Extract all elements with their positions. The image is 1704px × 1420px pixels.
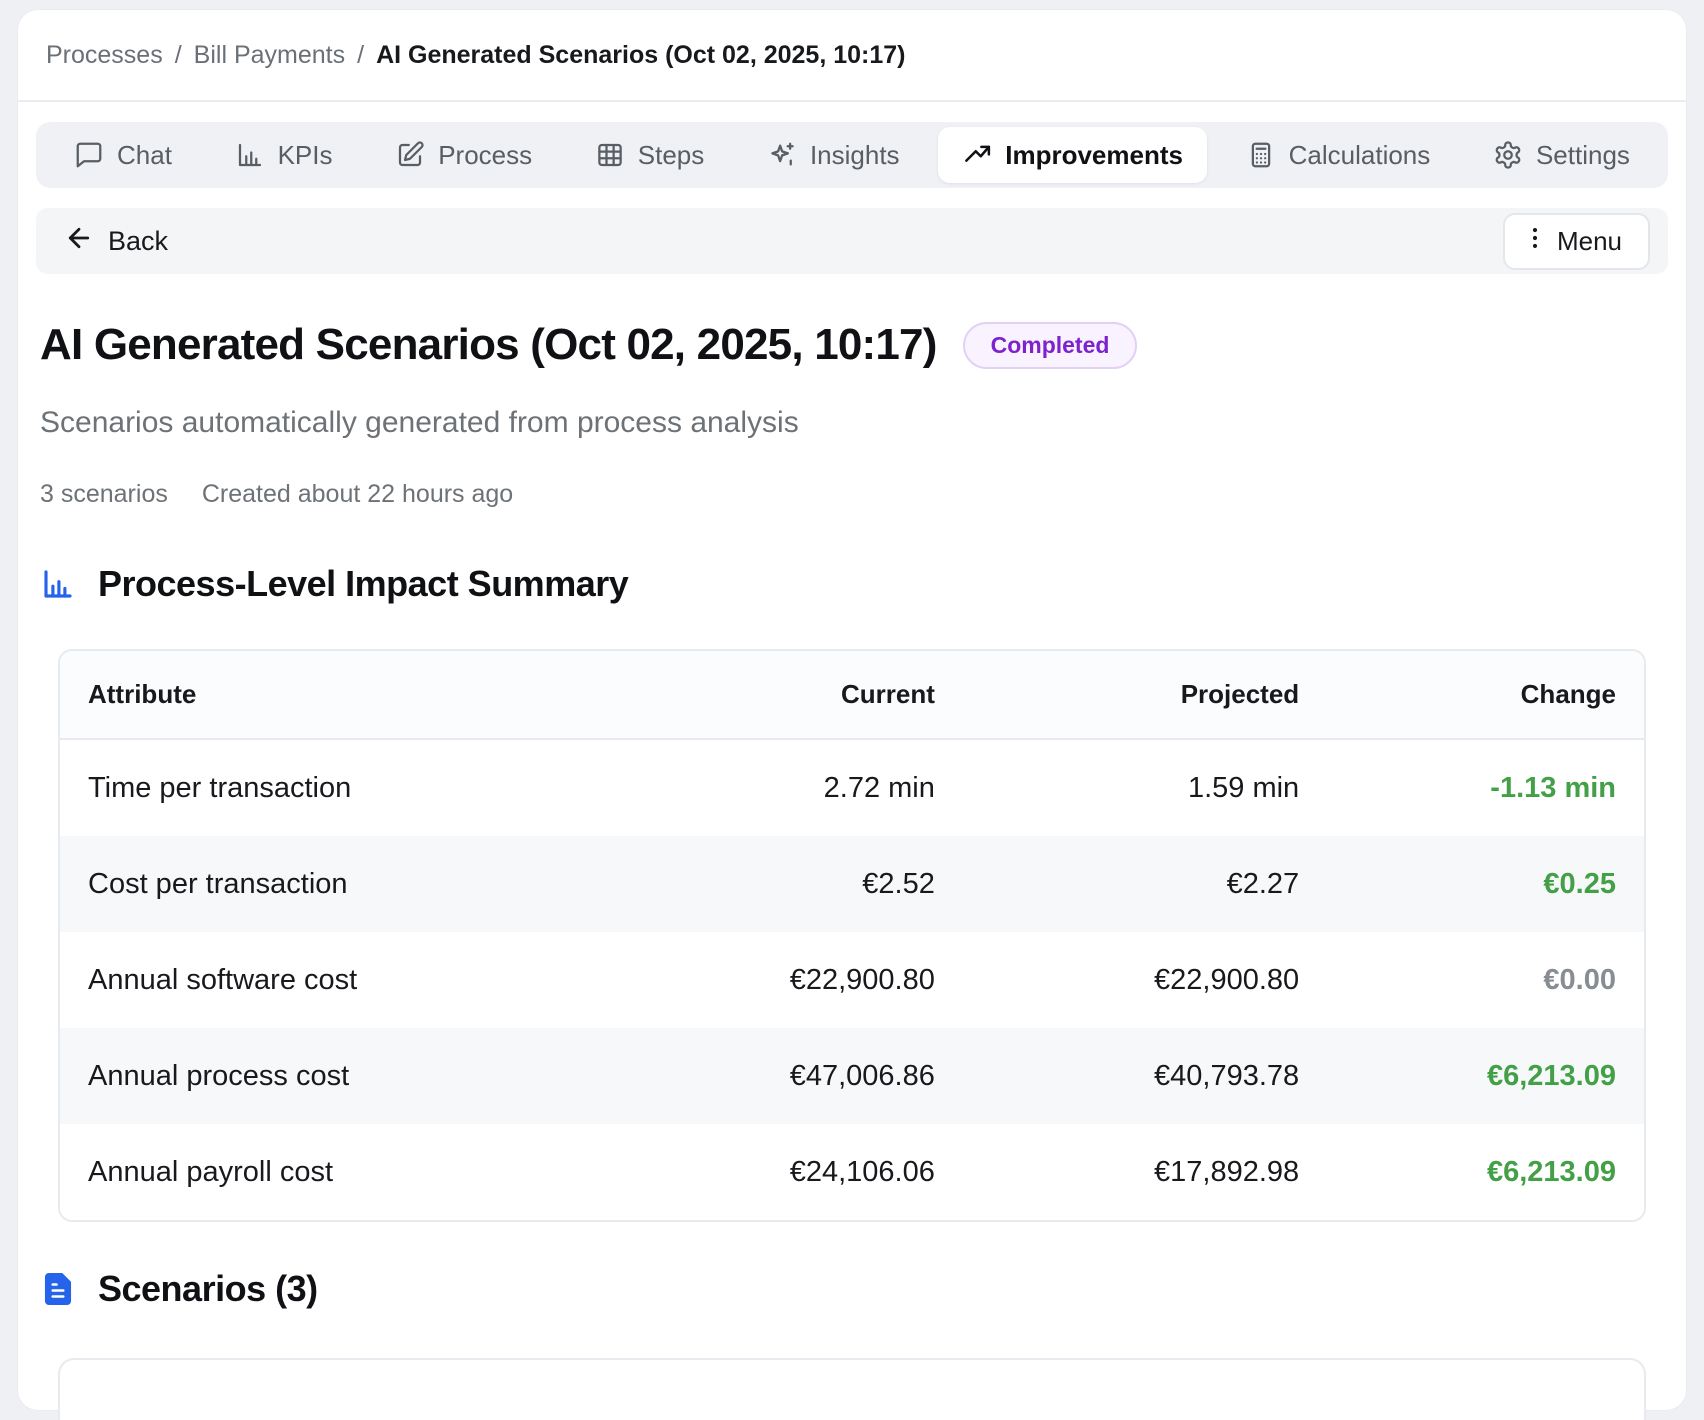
bar-chart-icon <box>235 140 265 170</box>
main-card: Processes / Bill Payments / AI Generated… <box>18 10 1686 1410</box>
change-cell: €0.00 <box>1327 932 1644 1028</box>
menu-label: Menu <box>1557 226 1622 257</box>
bar-chart-icon <box>40 566 76 602</box>
table-row: Annual software cost €22,900.80 €22,900.… <box>60 932 1644 1028</box>
table-row: Time per transaction 2.72 min 1.59 min -… <box>60 739 1644 836</box>
tab-label: KPIs <box>278 140 333 171</box>
breadcrumb-link-processes[interactable]: Processes <box>46 41 163 70</box>
scenarios-section: Scenarios (3) <box>40 1268 1664 1310</box>
projected-cell: 1.59 min <box>963 739 1327 836</box>
table-row: Cost per transaction €2.52 €2.27 €0.25 <box>60 836 1644 932</box>
chat-bubble-icon <box>74 140 104 170</box>
tab-label: Improvements <box>1005 140 1183 171</box>
tab-label: Settings <box>1536 140 1630 171</box>
attribute-cell: Annual process cost <box>60 1028 646 1124</box>
tab-chat[interactable]: Chat <box>50 127 196 183</box>
breadcrumb-link-bill-payments[interactable]: Bill Payments <box>194 41 345 70</box>
calculator-icon <box>1246 140 1276 170</box>
table-header-row: Attribute Current Projected Change <box>60 651 1644 739</box>
impact-summary-section: Process-Level Impact Summary <box>40 563 1664 605</box>
attribute-cell: Cost per transaction <box>60 836 646 932</box>
tab-settings[interactable]: Settings <box>1469 127 1654 183</box>
scenarios-heading: Scenarios (3) <box>98 1268 318 1310</box>
breadcrumb: Processes / Bill Payments / AI Generated… <box>18 10 1686 102</box>
current-cell: €2.52 <box>646 836 963 932</box>
page-title: AI Generated Scenarios (Oct 02, 2025, 10… <box>40 320 937 370</box>
projected-cell: €22,900.80 <box>963 932 1327 1028</box>
created-time: Created about 22 hours ago <box>202 480 513 509</box>
tab-bar: Chat KPIs Process Steps Insights Improve… <box>36 122 1668 188</box>
table-grid-icon <box>595 140 625 170</box>
tab-process[interactable]: Process <box>371 127 556 183</box>
attribute-cell: Annual software cost <box>60 932 646 1028</box>
change-cell: €0.25 <box>1327 836 1644 932</box>
table-row: Annual payroll cost €24,106.06 €17,892.9… <box>60 1124 1644 1220</box>
menu-button[interactable]: Menu <box>1503 213 1650 270</box>
column-header-change: Change <box>1327 651 1644 739</box>
sparkles-icon <box>767 140 797 170</box>
attribute-cell: Annual payroll cost <box>60 1124 646 1220</box>
back-button[interactable]: Back <box>64 223 168 260</box>
change-cell: €6,213.09 <box>1327 1028 1644 1124</box>
impact-summary-table: Attribute Current Projected Change Time … <box>58 649 1646 1222</box>
projected-cell: €40,793.78 <box>963 1028 1327 1124</box>
edit-square-icon <box>395 140 425 170</box>
tab-insights[interactable]: Insights <box>743 127 924 183</box>
tab-calculations[interactable]: Calculations <box>1222 127 1455 183</box>
change-cell: -1.13 min <box>1327 739 1644 836</box>
scenario-count: 3 scenarios <box>40 480 168 509</box>
kebab-menu-icon <box>1521 224 1549 259</box>
current-cell: 2.72 min <box>646 739 963 836</box>
toolbar: Back Menu <box>36 208 1668 274</box>
meta-row: 3 scenarios Created about 22 hours ago <box>40 480 1664 509</box>
table-row: Annual process cost €47,006.86 €40,793.7… <box>60 1028 1644 1124</box>
tab-label: Calculations <box>1289 140 1431 171</box>
impact-summary-heading: Process-Level Impact Summary <box>98 563 628 605</box>
breadcrumb-separator: / <box>357 41 364 70</box>
attribute-cell: Time per transaction <box>60 739 646 836</box>
scenario-card-partial <box>58 1358 1646 1420</box>
current-cell: €47,006.86 <box>646 1028 963 1124</box>
current-cell: €22,900.80 <box>646 932 963 1028</box>
current-cell: €24,106.06 <box>646 1124 963 1220</box>
tab-label: Process <box>438 140 532 171</box>
breadcrumb-separator: / <box>175 41 182 70</box>
page-content: AI Generated Scenarios (Oct 02, 2025, 10… <box>18 320 1686 1420</box>
page-subtitle: Scenarios automatically generated from p… <box>40 406 1664 440</box>
column-header-projected: Projected <box>963 651 1327 739</box>
column-header-attribute: Attribute <box>60 651 646 739</box>
change-cell: €6,213.09 <box>1327 1124 1644 1220</box>
gear-icon <box>1493 140 1523 170</box>
tab-steps[interactable]: Steps <box>571 127 729 183</box>
trend-up-icon <box>962 140 992 170</box>
tab-label: Chat <box>117 140 172 171</box>
tab-improvements[interactable]: Improvements <box>938 127 1207 183</box>
column-header-current: Current <box>646 651 963 739</box>
back-arrow-icon <box>64 223 94 260</box>
status-badge: Completed <box>963 322 1138 369</box>
document-icon <box>40 1271 76 1307</box>
tab-kpis[interactable]: KPIs <box>211 127 357 183</box>
projected-cell: €17,892.98 <box>963 1124 1327 1220</box>
back-label: Back <box>108 226 168 257</box>
tab-label: Insights <box>810 140 900 171</box>
breadcrumb-current: AI Generated Scenarios (Oct 02, 2025, 10… <box>376 41 905 70</box>
tab-label: Steps <box>638 140 705 171</box>
projected-cell: €2.27 <box>963 836 1327 932</box>
